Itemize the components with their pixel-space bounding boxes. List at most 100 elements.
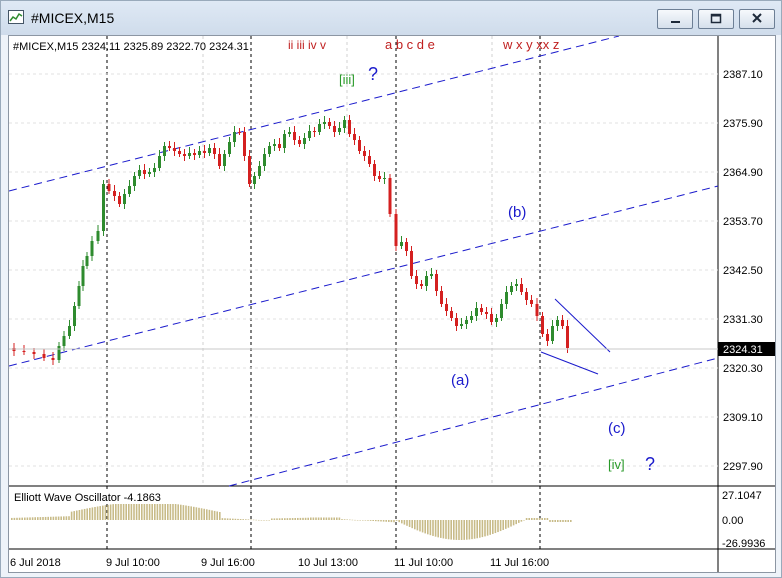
osc-bar <box>466 520 468 540</box>
wave-label-iv: [iv] <box>608 457 625 472</box>
candle-body <box>353 134 356 140</box>
osc-bar <box>265 520 268 521</box>
candle-body <box>188 153 191 156</box>
osc-bar <box>161 502 164 520</box>
osc-bar <box>549 520 551 522</box>
osc-bar <box>388 520 390 522</box>
osc-bar <box>255 519 257 521</box>
osc-bar <box>68 516 70 520</box>
candle-body <box>530 300 533 304</box>
osc-bar <box>57 516 60 520</box>
candle-body <box>168 146 171 148</box>
osc-bar <box>167 503 169 520</box>
osc-bar <box>304 517 307 520</box>
candle-body <box>288 132 291 134</box>
candle-body <box>128 186 131 194</box>
osc-bar <box>429 520 432 536</box>
candle-body <box>118 196 121 204</box>
osc-bar <box>122 502 125 520</box>
time-tick: 11 Jul 16:00 <box>490 557 549 569</box>
candle-body <box>505 292 508 304</box>
osc-bar <box>50 516 52 520</box>
window-title: #MICEX,M15 <box>31 10 115 26</box>
osc-bar <box>505 520 507 529</box>
osc-bar <box>291 518 294 520</box>
price-axis: 2387.10 2375.90 2364.90 2353.70 2342.50 … <box>723 69 763 473</box>
osc-bar <box>11 517 13 520</box>
candle-body <box>123 194 126 204</box>
close-button[interactable] <box>739 9 775 29</box>
osc-bar <box>289 518 291 520</box>
osc-bar <box>37 517 39 520</box>
candle-body <box>143 170 146 174</box>
candle-body <box>455 318 458 326</box>
oscillator-histogram <box>11 502 572 540</box>
osc-bar <box>190 506 192 520</box>
osc-bar <box>476 520 478 539</box>
candle-body <box>153 168 156 172</box>
candle-body <box>338 128 341 132</box>
osc-bar <box>375 520 377 522</box>
osc-bar <box>502 520 504 530</box>
osc-bar <box>63 516 65 520</box>
candle-body <box>515 284 518 286</box>
osc-bar <box>18 517 21 520</box>
osc-bar <box>89 507 91 520</box>
candle-body <box>525 292 528 300</box>
candle-body <box>228 142 231 154</box>
osc-bar <box>213 510 216 520</box>
candle-body <box>68 326 71 336</box>
osc-bar <box>39 517 42 520</box>
candle-body <box>368 156 371 164</box>
osc-bar <box>307 517 309 520</box>
osc-bar <box>497 520 499 533</box>
osc-bar <box>364 520 367 521</box>
chart-area[interactable]: #MICEX,M15 2324.11 2325.89 2322.70 2324.… <box>8 35 776 573</box>
osc-bar <box>109 504 112 520</box>
osc-bar <box>468 520 471 540</box>
minimize-button[interactable] <box>657 9 693 29</box>
osc-bar <box>447 520 450 540</box>
osc-bar <box>299 517 302 520</box>
maximize-button[interactable] <box>698 9 734 29</box>
time-tick: 9 Jul 16:00 <box>201 557 255 569</box>
chart-app-icon <box>8 10 24 24</box>
price-tick: 2342.50 <box>723 265 763 277</box>
osc-bar <box>200 508 203 520</box>
candle-body <box>73 306 76 326</box>
osc-bar <box>47 516 49 520</box>
osc-bar <box>489 520 491 535</box>
osc-bar <box>117 503 120 520</box>
candle-body <box>394 214 398 246</box>
osc-bar <box>484 520 486 537</box>
osc-bar <box>164 502 166 520</box>
candle-body <box>400 242 403 246</box>
osc-bar <box>479 520 481 538</box>
candle-body <box>546 334 549 341</box>
osc-bar <box>42 517 44 520</box>
osc-bar <box>359 520 361 521</box>
osc-bar <box>317 517 320 520</box>
osc-bar <box>520 520 523 522</box>
candle-body <box>520 284 523 292</box>
osc-bar <box>531 518 533 520</box>
osc-bar <box>367 520 369 521</box>
wave-label-top-1: ii iii iv v <box>288 38 326 52</box>
osc-bar <box>416 520 419 531</box>
osc-bar <box>141 502 143 520</box>
osc-bar <box>76 510 78 520</box>
osc-bar <box>455 520 458 540</box>
wave-label-iii-question: ? <box>368 64 378 84</box>
osc-bar <box>528 518 530 520</box>
osc-axis-tick: -26.9936 <box>722 538 765 550</box>
osc-bar <box>554 520 556 522</box>
osc-bar <box>544 518 546 520</box>
title-bar[interactable]: #MICEX,M15 <box>1 1 781 35</box>
wave-label-a: (a) <box>451 372 469 389</box>
candle-body <box>51 358 55 360</box>
price-chart[interactable]: #MICEX,M15 2324.11 2325.89 2322.70 2324.… <box>9 36 775 572</box>
osc-bar <box>411 520 413 529</box>
osc-bar <box>65 516 68 520</box>
osc-bar <box>398 520 400 523</box>
osc-bar <box>533 518 536 520</box>
